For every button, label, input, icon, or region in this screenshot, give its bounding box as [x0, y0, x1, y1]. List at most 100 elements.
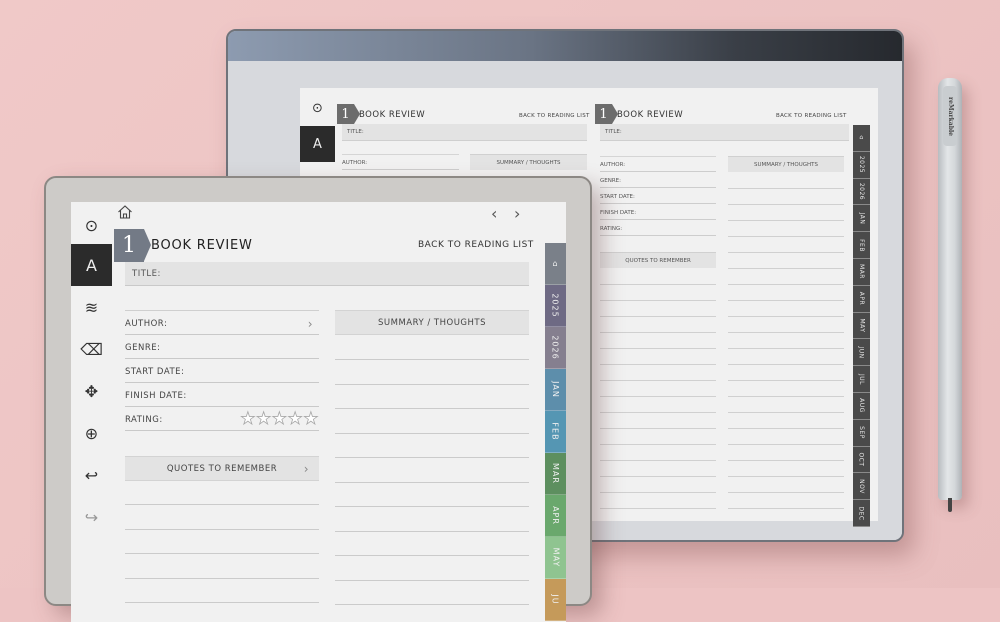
tab-label: FEB: [551, 422, 560, 441]
pen-tool-icon[interactable]: A: [300, 126, 335, 162]
tab-feb[interactable]: FEB: [853, 232, 870, 259]
ruled-line: [728, 476, 844, 477]
author-field[interactable]: AUTHOR: ›: [125, 311, 319, 335]
chevron-right-icon[interactable]: ›: [304, 462, 309, 476]
rating-stars[interactable]: ★ ★ ★ ★ ★: [240, 410, 319, 428]
tab-label: MAR: [551, 463, 560, 484]
zoom-in-icon[interactable]: ⊕: [71, 412, 112, 454]
ruled-line: [335, 457, 529, 458]
tab-may[interactable]: MAY: [853, 312, 870, 340]
prev-page-button[interactable]: ‹: [491, 204, 497, 223]
redo-icon[interactable]: ↪: [71, 496, 112, 538]
tab-label: 2025: [551, 293, 561, 318]
star-icon[interactable]: ★: [287, 410, 304, 428]
home-icon: ⌂: [552, 259, 559, 268]
tab-2025[interactable]: 2025: [853, 151, 870, 179]
front-screen: ⊙ A ≋ ⌫ ✥ ⊕ ↩ ↪ ‹ › 1 BOOK REVIEW BACK TO READI…: [71, 202, 566, 622]
ruled-line: [335, 359, 529, 360]
author-field[interactable]: AUTHOR:: [600, 156, 716, 172]
tab-may[interactable]: MAY: [545, 537, 566, 579]
ruled-line: [600, 476, 716, 477]
tab-sep[interactable]: SEP: [853, 419, 870, 447]
tab-2026[interactable]: 2026: [853, 178, 870, 206]
star-icon[interactable]: ★: [240, 410, 256, 428]
tab-2025[interactable]: 2025: [545, 285, 566, 327]
tab-apr[interactable]: APR: [853, 285, 870, 313]
stylus-brand: reMarkable: [940, 92, 960, 140]
home-icon[interactable]: [117, 204, 133, 220]
star-icon[interactable]: ★: [303, 410, 319, 428]
chevron-right-icon[interactable]: ›: [308, 317, 313, 331]
tab-label: SEP: [858, 426, 865, 440]
ruled-line: [125, 529, 319, 530]
move-icon[interactable]: ✥: [71, 370, 112, 412]
rating-field[interactable]: RATING:: [600, 220, 716, 236]
summary-header: SUMMARY / THOUGHTS: [728, 156, 844, 172]
tab-home[interactable]: ⌂: [545, 243, 566, 285]
tab-mar[interactable]: MAR: [853, 258, 870, 286]
tab-feb[interactable]: FEB: [545, 411, 566, 453]
rating-label: RATING:: [600, 226, 623, 232]
tab-apr[interactable]: APR: [545, 495, 566, 537]
selector-circle-icon[interactable]: ⊙: [71, 204, 112, 246]
tab-label: MAY: [550, 547, 560, 568]
tab-oct[interactable]: OCT: [853, 446, 870, 474]
ruled-line: [335, 531, 529, 532]
title-field[interactable]: TITLE:: [125, 262, 529, 286]
page-number-flag: 1: [114, 229, 151, 262]
tab-jan[interactable]: JAN: [853, 205, 870, 233]
undo-icon[interactable]: ↩: [71, 454, 112, 496]
tab-jul[interactable]: JUL: [853, 366, 870, 393]
tab-mar[interactable]: MAR: [545, 453, 566, 495]
pencil-strokes-icon[interactable]: ≋: [71, 286, 112, 328]
start-date-field[interactable]: START DATE:: [600, 188, 716, 204]
tab-2026[interactable]: 2026: [545, 327, 566, 369]
tab-label: FEB: [857, 238, 865, 252]
ruled-line: [728, 508, 844, 509]
back-page-right: 1 BOOK REVIEW BACK TO READING LIST TITLE…: [595, 88, 853, 521]
star-icon[interactable]: ★: [256, 410, 272, 428]
ruled-line: [728, 300, 844, 301]
ruled-line: [728, 316, 844, 317]
tab-aug[interactable]: AUG: [853, 392, 870, 420]
genre-field[interactable]: GENRE:: [600, 172, 716, 188]
ruled-line: [600, 380, 716, 381]
ruled-line: [335, 482, 529, 483]
tab-label: OCT: [857, 452, 865, 467]
tab-dec[interactable]: DEC: [853, 500, 870, 527]
tab-label: AUG: [858, 398, 865, 414]
genre-field[interactable]: GENRE:: [125, 335, 319, 359]
tab-ju[interactable]: JU: [545, 579, 566, 621]
ruled-line: [600, 460, 716, 461]
quotes-header[interactable]: QUOTES TO REMEMBER ›: [125, 456, 319, 481]
quotes-header[interactable]: QUOTES TO REMEMBER: [600, 252, 716, 268]
tab-label: NOV: [858, 478, 865, 494]
finish-date-field[interactable]: FINISH DATE:: [125, 383, 319, 407]
next-page-button[interactable]: ›: [514, 204, 520, 223]
ruled-line: [600, 444, 716, 445]
title-field[interactable]: TITLE:: [342, 124, 587, 141]
ruled-line: [125, 578, 319, 579]
ruled-line: [728, 412, 844, 413]
start-date-field[interactable]: START DATE:: [125, 359, 319, 383]
ruled-line: [335, 506, 529, 507]
finish-date-field[interactable]: FINISH DATE:: [600, 204, 716, 220]
back-to-reading-list-link[interactable]: BACK TO READING LIST: [776, 113, 847, 119]
star-icon[interactable]: ★: [271, 410, 288, 428]
back-to-reading-list-link[interactable]: BACK TO READING LIST: [519, 113, 590, 119]
eraser-icon[interactable]: ⌫: [71, 328, 112, 370]
title-field[interactable]: TITLE:: [600, 124, 849, 141]
page-title: BOOK REVIEW: [617, 110, 684, 120]
ruled-line: [728, 284, 844, 285]
back-to-reading-list-link[interactable]: BACK TO READING LIST: [418, 240, 534, 250]
tab-nov[interactable]: NOV: [853, 473, 870, 501]
selector-circle-icon[interactable]: ⊙: [300, 90, 335, 126]
rating-field[interactable]: RATING: ★ ★ ★ ★ ★: [125, 407, 319, 431]
tab-label: JUN: [858, 346, 865, 359]
pen-tool-icon[interactable]: A: [71, 244, 112, 286]
tab-jan[interactable]: JAN: [545, 369, 566, 411]
author-field[interactable]: AUTHOR:: [342, 154, 459, 170]
ruled-line: [728, 492, 844, 493]
tab-home[interactable]: ⌂: [853, 125, 870, 152]
tab-jun[interactable]: JUN: [853, 339, 870, 367]
